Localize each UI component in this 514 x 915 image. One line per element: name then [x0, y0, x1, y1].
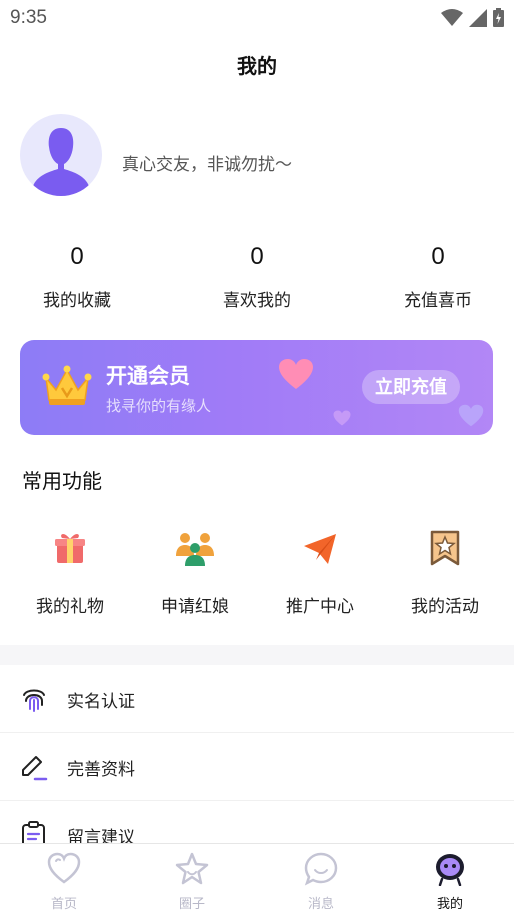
- page-title: 我的: [237, 56, 277, 78]
- user-silhouette-icon: [33, 128, 89, 196]
- robot-face-icon: [436, 854, 464, 887]
- heart-decoration-icon: [279, 359, 313, 389]
- wifi-icon: [441, 8, 463, 26]
- menu-item-real-name-auth[interactable]: 实名认证: [0, 665, 514, 733]
- vip-title: 开通会员: [106, 365, 190, 388]
- heart-decoration-icon: [458, 404, 484, 427]
- menu-label: 实名认证: [67, 692, 135, 711]
- feature-my-activities[interactable]: 我的活动: [390, 528, 500, 617]
- stat-value: 0: [250, 243, 264, 270]
- feature-label: 我的活动: [411, 597, 479, 616]
- status-bar: 9:35: [0, 0, 514, 34]
- vip-banner[interactable]: 开通会员 找寻你的有缘人 立即充值: [20, 340, 493, 435]
- profile-signature: 真心交友，非诚勿扰～: [122, 155, 292, 174]
- stats-row: 0 我的收藏 0 喜欢我的 0 充值喜币: [0, 240, 514, 320]
- stat-coins[interactable]: 0 充值喜币: [378, 240, 498, 311]
- nav-label: 圈子: [178, 896, 205, 911]
- status-time: 9:35: [10, 7, 47, 28]
- stat-label: 喜欢我的: [223, 291, 291, 310]
- feature-label: 申请红娘: [161, 597, 229, 616]
- edit-icon: [22, 756, 48, 781]
- fingerprint-icon: [23, 689, 45, 712]
- gift-icon: [55, 533, 85, 563]
- nav-label: 消息: [307, 896, 334, 911]
- menu-label: 完善资料: [67, 760, 135, 779]
- crown-icon: [42, 365, 92, 405]
- stat-value: 0: [70, 243, 84, 270]
- heart-decoration-icon: [333, 410, 351, 426]
- section-title: 常用功能: [22, 471, 102, 493]
- status-icons: [441, 8, 504, 27]
- nav-label: 我的: [436, 896, 463, 911]
- feature-label: 推广中心: [286, 597, 354, 616]
- nav-tab-circle[interactable]: 圈子: [128, 844, 256, 915]
- features-grid: 我的礼物 申请红娘 推广中心 我的活动: [0, 528, 514, 618]
- people-icon: [176, 533, 214, 566]
- chat-icon: [304, 852, 338, 886]
- nav-tab-messages[interactable]: 消息: [257, 844, 385, 915]
- stat-likes[interactable]: 0 喜欢我的: [197, 240, 317, 311]
- feature-apply-matchmaker[interactable]: 申请红娘: [140, 528, 250, 617]
- vip-subtitle: 找寻你的有缘人: [106, 398, 212, 415]
- battery-icon: [493, 8, 504, 27]
- bottom-nav: 首页 圈子 消息 我的: [0, 843, 514, 915]
- feature-label: 我的礼物: [36, 597, 104, 616]
- nav-tab-mine[interactable]: 我的: [386, 844, 514, 915]
- nav-label: 首页: [50, 896, 77, 911]
- signal-icon: [469, 8, 487, 27]
- heart-icon: [47, 852, 81, 884]
- stat-label: 我的收藏: [43, 291, 111, 310]
- stat-favorites[interactable]: 0 我的收藏: [17, 240, 137, 311]
- feature-promotion-center[interactable]: 推广中心: [265, 528, 375, 617]
- menu-item-complete-profile[interactable]: 完善资料: [0, 733, 514, 801]
- bookmark-star-icon: [430, 530, 460, 566]
- paper-plane-icon: [304, 534, 336, 564]
- feature-my-gifts[interactable]: 我的礼物: [15, 528, 125, 617]
- nav-tab-home[interactable]: 首页: [0, 844, 128, 915]
- stat-value: 0: [431, 243, 445, 270]
- avatar[interactable]: [20, 114, 102, 196]
- section-divider: [0, 645, 514, 665]
- star-icon: [175, 852, 209, 885]
- stat-label: 充值喜币: [404, 291, 472, 310]
- recharge-button[interactable]: 立即充值: [362, 370, 460, 404]
